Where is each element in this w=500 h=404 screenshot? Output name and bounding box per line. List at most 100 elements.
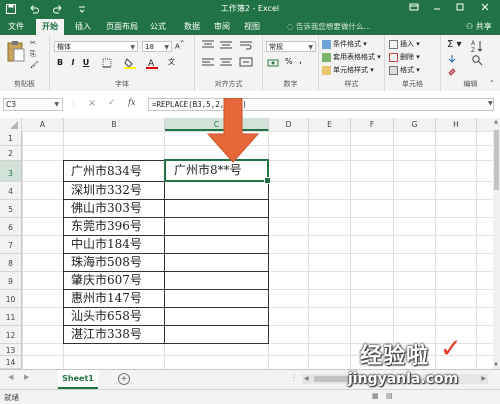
select-all-button[interactable] (0, 118, 22, 131)
row-header-5[interactable]: 5 (0, 200, 22, 218)
font-size-select[interactable]: 18 ▼ (142, 41, 172, 52)
percent-button[interactable]: % (285, 57, 293, 66)
cell-c12[interactable] (164, 325, 269, 344)
column-header-e[interactable]: E (309, 118, 351, 131)
column-header-d[interactable]: D (269, 118, 309, 131)
clear-icon[interactable] (447, 66, 457, 78)
cell-b5[interactable]: 佛山市303号 (63, 199, 165, 218)
fill-handle[interactable] (264, 177, 271, 184)
cell-c4[interactable] (164, 181, 269, 200)
row-header-12[interactable]: 12 (0, 326, 22, 344)
tab-view[interactable]: 视图 (244, 21, 260, 32)
grow-font-icon[interactable]: A^ (175, 41, 185, 50)
cell-b6[interactable]: 东莞市396号 (63, 217, 165, 236)
cancel-icon[interactable]: × (88, 98, 96, 109)
align-middle-icon[interactable] (219, 40, 233, 52)
row-header-1[interactable]: 1 (0, 131, 22, 146)
font-color-icon[interactable]: A (146, 57, 158, 71)
tell-me-box[interactable]: ◌ 告诉我您想要做什么... (287, 21, 371, 32)
scroll-sheets-right-icon[interactable]: ▶ (24, 373, 29, 381)
cell-c10[interactable] (164, 289, 269, 308)
row-header-2[interactable]: 2 (0, 146, 22, 161)
column-header-a[interactable]: A (22, 118, 64, 131)
cell-b11[interactable]: 汕头市658号 (63, 307, 165, 326)
tab-review[interactable]: 审阅 (214, 21, 230, 32)
row-header-14[interactable]: 14 (0, 356, 22, 369)
cell-b7[interactable]: 中山市184号 (63, 235, 165, 254)
row-header-6[interactable]: 6 (0, 218, 22, 236)
tab-home[interactable]: 开始 (36, 19, 64, 35)
fill-color-icon[interactable] (124, 57, 136, 71)
scroll-up-icon[interactable]: ▲ (494, 119, 498, 125)
column-header-h[interactable]: H (436, 118, 477, 131)
new-sheet-icon[interactable]: + (118, 373, 130, 385)
borders-icon[interactable] (102, 58, 112, 70)
formula-input[interactable]: =REPLACE(B3,5,2,"**") (148, 98, 494, 111)
autosum-icon[interactable]: Σ ▾ (447, 39, 462, 50)
worksheet-grid[interactable]: 广州市834号 深圳市332号 佛山市303号 东莞市396号 中山市184号 … (22, 131, 493, 369)
name-box[interactable]: C3 ▼ (3, 98, 63, 111)
merge-center-icon[interactable] (239, 57, 253, 69)
close-icon[interactable] (478, 2, 492, 16)
row-header-9[interactable]: 9 (0, 272, 22, 290)
align-left-icon[interactable] (201, 57, 215, 69)
tab-file[interactable]: 文件 (8, 21, 24, 32)
bold-button[interactable]: B (55, 58, 65, 67)
number-format-select[interactable]: 常规 ▼ (266, 41, 316, 52)
scroll-sheets-left-icon[interactable]: ◀ (8, 373, 13, 381)
copy-icon[interactable]: ⎘ (30, 50, 36, 59)
ribbon-display-options-icon[interactable] (407, 2, 421, 16)
format-cells-button[interactable]: 格式 ▾ (389, 65, 420, 75)
scrollbar-thumb[interactable] (494, 130, 499, 190)
insert-function-icon[interactable]: fx (128, 98, 135, 107)
vertical-scrollbar[interactable]: ▲ ▼ (493, 118, 500, 369)
delete-cells-button[interactable]: 删除 ▾ (389, 52, 420, 62)
fill-icon[interactable] (447, 54, 457, 66)
scroll-left-icon[interactable]: ◀ (304, 375, 309, 382)
align-center-icon[interactable] (219, 57, 233, 69)
align-top-icon[interactable] (201, 40, 215, 52)
column-header-f[interactable]: F (351, 118, 394, 131)
comma-button[interactable]: , (299, 55, 302, 66)
maximize-icon[interactable] (453, 2, 467, 16)
row-header-11[interactable]: 11 (0, 308, 22, 326)
italic-button[interactable]: I (68, 58, 78, 67)
cell-b8[interactable]: 珠海市508号 (63, 253, 165, 272)
row-header-3[interactable]: 3 (0, 161, 22, 182)
cell-c11[interactable] (164, 307, 269, 326)
cell-b12[interactable]: 湛江市338号 (63, 325, 165, 344)
paste-button[interactable] (6, 39, 26, 65)
format-as-table-button[interactable]: 套用表格格式 ▾ (322, 52, 381, 62)
wrap-text-icon[interactable] (239, 40, 253, 52)
tab-page-layout[interactable]: 页面布局 (106, 21, 138, 32)
cell-c8[interactable] (164, 253, 269, 272)
share-button[interactable]: ⚇ 共享 (466, 21, 492, 32)
sheet-tab-sheet1[interactable]: Sheet1 (58, 370, 98, 389)
expand-formula-icon[interactable]: ▼ (488, 100, 493, 107)
enter-icon[interactable]: ✓ (108, 98, 116, 108)
cell-b9[interactable]: 肇庆市607号 (63, 271, 165, 290)
sort-filter-icon[interactable]: AZ (471, 39, 485, 55)
cell-b10[interactable]: 惠州市147号 (63, 289, 165, 308)
tab-data[interactable]: 数据 (184, 21, 200, 32)
minimize-icon[interactable] (430, 2, 444, 16)
tab-insert[interactable]: 插入 (75, 21, 91, 32)
cell-b4[interactable]: 深圳市332号 (63, 181, 165, 200)
collapse-ribbon-icon[interactable]: ˄ (490, 80, 494, 88)
row-header-10[interactable]: 10 (0, 290, 22, 308)
conditional-formatting-button[interactable]: 条件格式 ▾ (322, 39, 367, 49)
cell-b3[interactable]: 广州市834号 (63, 160, 165, 182)
underline-button[interactable]: U (81, 58, 91, 67)
cell-c5[interactable] (164, 199, 269, 218)
accounting-format-icon[interactable] (267, 58, 279, 70)
column-header-g[interactable]: G (394, 118, 436, 131)
row-header-13[interactable]: 13 (0, 344, 22, 356)
cell-c7[interactable] (164, 235, 269, 254)
cut-icon[interactable]: ✂ (30, 39, 36, 47)
font-name-select[interactable]: 楷体 ▼ (54, 41, 138, 52)
row-header-8[interactable]: 8 (0, 254, 22, 272)
row-header-7[interactable]: 7 (0, 236, 22, 254)
find-select-icon[interactable] (471, 54, 483, 68)
tab-split-icon[interactable]: ⋮ (290, 373, 298, 382)
cell-styles-button[interactable]: 单元格样式 ▾ (322, 65, 374, 75)
